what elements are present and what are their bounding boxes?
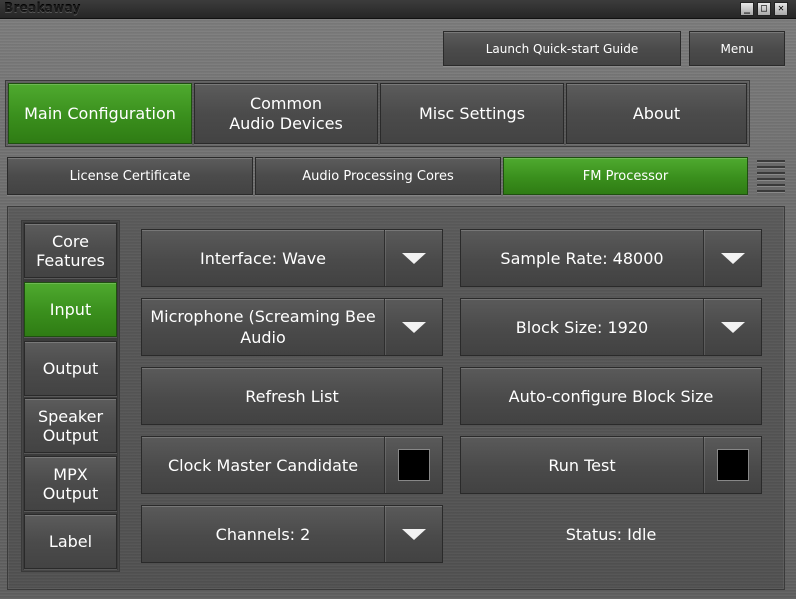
dropdown-triangle-icon	[401, 321, 426, 333]
menu-label: Menu	[720, 41, 754, 56]
checkbox-icon[interactable]	[716, 449, 749, 481]
side-nav-label[interactable]: Label	[24, 514, 117, 569]
run-test-label: Run Test	[548, 455, 616, 475]
side-nav-output-label: Output	[42, 358, 99, 378]
run-test-checkbox-area[interactable]	[703, 437, 761, 493]
device-dropdown-toggle[interactable]	[384, 299, 442, 355]
subtab-fm-processor-label: FM Processor	[582, 168, 669, 184]
side-nav-core-features-label: Core Features	[36, 231, 105, 270]
interface-dropdown-toggle[interactable]	[384, 230, 442, 286]
dropdown-triangle-icon	[720, 321, 745, 333]
side-nav-output[interactable]: Output	[24, 341, 117, 396]
tab-about-label: About	[632, 103, 681, 123]
tab-misc-settings[interactable]: Misc Settings	[380, 83, 564, 144]
tab-main-configuration[interactable]: Main Configuration	[8, 83, 192, 144]
sample-rate-dropdown-toggle[interactable]	[703, 230, 761, 286]
channels-dropdown[interactable]: Channels: 2	[141, 505, 443, 563]
clock-master-label: Clock Master Candidate	[167, 455, 359, 475]
dropdown-triangle-icon	[720, 252, 745, 264]
window-title: Breakaway	[4, 1, 81, 15]
dropdown-triangle-icon	[401, 252, 426, 264]
subtab-audio-processing-cores[interactable]: Audio Processing Cores	[255, 157, 501, 195]
grip-lines-icon[interactable]	[757, 160, 785, 196]
subtab-license-certificate-label: License Certificate	[69, 168, 191, 184]
side-nav-speaker-output[interactable]: Speaker Output	[24, 398, 117, 453]
device-value: Microphone (Screaming Bee Audio	[150, 307, 376, 347]
refresh-list-label: Refresh List	[245, 386, 339, 406]
checkbox-icon[interactable]	[397, 449, 430, 481]
tab-misc-settings-label: Misc Settings	[418, 103, 526, 123]
maximize-icon: □	[760, 3, 768, 14]
status-text: Status: Idle	[565, 524, 657, 544]
close-button[interactable]: ✕	[774, 2, 788, 16]
tab-main-configuration-label: Main Configuration	[24, 103, 176, 123]
side-nav-input[interactable]: Input	[24, 282, 117, 337]
block-size-value: Block Size: 1920	[515, 317, 649, 337]
side-nav-speaker-output-label: Speaker Output	[37, 406, 104, 445]
channels-dropdown-toggle[interactable]	[384, 506, 442, 562]
subtab-license-certificate[interactable]: License Certificate	[7, 157, 253, 195]
interface-dropdown[interactable]: Interface: Wave	[141, 229, 443, 287]
block-size-dropdown[interactable]: Block Size: 1920	[460, 298, 762, 356]
channels-value: Channels: 2	[215, 524, 311, 544]
quickstart-guide-label: Launch Quick-start Guide	[485, 41, 639, 56]
refresh-list-button[interactable]: Refresh List	[141, 367, 443, 425]
clock-master-candidate[interactable]: Clock Master Candidate	[141, 436, 443, 494]
auto-configure-block-size-button[interactable]: Auto-configure Block Size	[460, 367, 762, 425]
sample-rate-dropdown[interactable]: Sample Rate: 48000	[460, 229, 762, 287]
run-test[interactable]: Run Test	[460, 436, 762, 494]
quickstart-guide-button[interactable]: Launch Quick-start Guide	[443, 31, 681, 66]
side-nav-core-features[interactable]: Core Features	[24, 223, 117, 278]
side-nav-input-label: Input	[49, 299, 92, 319]
tab-about[interactable]: About	[566, 83, 747, 144]
side-nav-mpx-output-label: MPX Output	[42, 464, 99, 503]
auto-configure-label: Auto-configure Block Size	[508, 386, 714, 406]
interface-value: Interface: Wave	[199, 248, 327, 268]
clock-master-checkbox-area[interactable]	[384, 437, 442, 493]
subtab-fm-processor[interactable]: FM Processor	[503, 157, 748, 195]
tab-common-audio-devices[interactable]: Common Audio Devices	[194, 83, 378, 144]
menu-button[interactable]: Menu	[689, 31, 785, 66]
device-dropdown[interactable]: Microphone (Screaming Bee Audio	[141, 298, 443, 356]
tab-common-audio-devices-label: Common Audio Devices	[229, 93, 343, 133]
side-nav-label-label: Label	[48, 531, 93, 551]
dropdown-triangle-icon	[401, 528, 426, 540]
app-window: Breakaway _ □ ✕ Launch Quick-start Guide…	[0, 0, 796, 599]
subtab-audio-processing-cores-label: Audio Processing Cores	[302, 168, 454, 184]
sample-rate-value: Sample Rate: 48000	[500, 248, 664, 268]
block-size-dropdown-toggle[interactable]	[703, 299, 761, 355]
close-icon: ✕	[777, 3, 785, 14]
minimize-icon: _	[743, 3, 751, 14]
minimize-button[interactable]: _	[740, 2, 754, 16]
maximize-button[interactable]: □	[757, 2, 771, 16]
title-bar[interactable]: Breakaway _ □ ✕	[0, 0, 796, 19]
side-nav-mpx-output[interactable]: MPX Output	[24, 456, 117, 511]
